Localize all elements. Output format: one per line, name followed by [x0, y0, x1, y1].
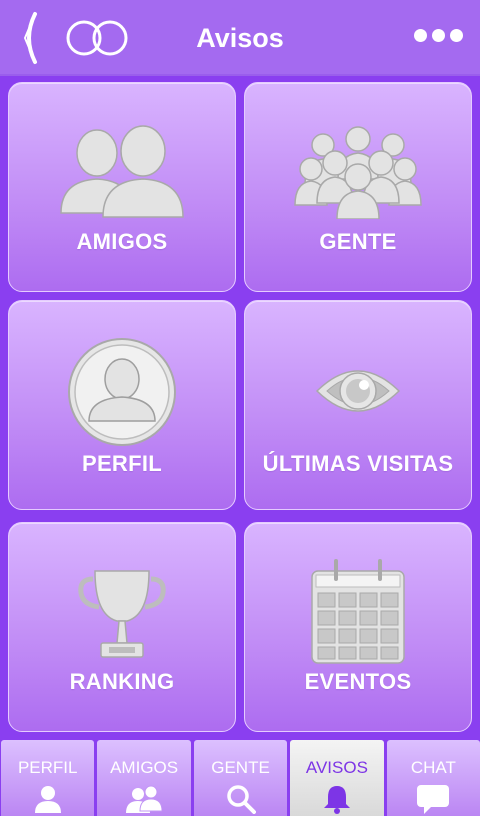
tab-label: CHAT — [410, 758, 456, 777]
menu-grid: AMIGOS GENTE PERFIL ÚLTIMAS VISITAS RANK… — [8, 82, 472, 734]
tab-perfil[interactable]: PERFIL — [1, 740, 95, 816]
search-icon — [226, 785, 256, 814]
tile-eventos[interactable]: EVENTOS — [244, 522, 472, 732]
tab-label: AMIGOS — [110, 758, 179, 777]
bottom-tab-bar: PERFIL AMIGOS GENTE AVISOS CHAT — [0, 740, 480, 816]
tile-perfil[interactable]: PERFIL — [8, 300, 236, 510]
more-menu-button[interactable] — [410, 24, 466, 46]
profile-icon — [68, 338, 176, 446]
tile-amigos[interactable]: AMIGOS — [8, 82, 236, 292]
tile-gente[interactable]: GENTE — [244, 82, 472, 292]
tile-label: GENTE — [319, 229, 397, 254]
people-crowd-icon — [294, 126, 422, 219]
tile-label: ÚLTIMAS VISITAS — [262, 451, 454, 476]
tab-chat[interactable]: CHAT — [386, 740, 480, 816]
tab-amigos[interactable]: AMIGOS — [97, 740, 191, 816]
tab-avisos[interactable]: AVISOS — [290, 740, 384, 816]
tile-label: PERFIL — [81, 451, 163, 476]
trophy-icon — [78, 570, 166, 658]
tab-label: GENTE — [211, 758, 270, 777]
tab-gente[interactable]: GENTE — [193, 740, 288, 816]
chat-bubble-icon — [417, 785, 450, 814]
more-dots-icon — [413, 28, 427, 42]
tab-label: AVISOS — [305, 758, 368, 777]
page-title: Avisos — [196, 23, 284, 53]
tile-label: EVENTOS — [304, 669, 412, 694]
person-icon — [34, 786, 61, 813]
tile-ranking[interactable]: RANKING — [8, 522, 236, 732]
eye-icon — [315, 370, 401, 412]
tile-label: AMIGOS — [76, 229, 168, 254]
friends-small-icon — [126, 785, 163, 813]
top-bar: Avisos — [0, 0, 480, 76]
calendar-icon — [311, 559, 405, 664]
tile-ultimas-visitas[interactable]: ÚLTIMAS VISITAS — [244, 300, 472, 510]
bell-icon — [323, 786, 350, 814]
tab-label: PERFIL — [17, 758, 78, 777]
friends-icon — [60, 125, 184, 218]
tile-label: RANKING — [69, 669, 175, 694]
